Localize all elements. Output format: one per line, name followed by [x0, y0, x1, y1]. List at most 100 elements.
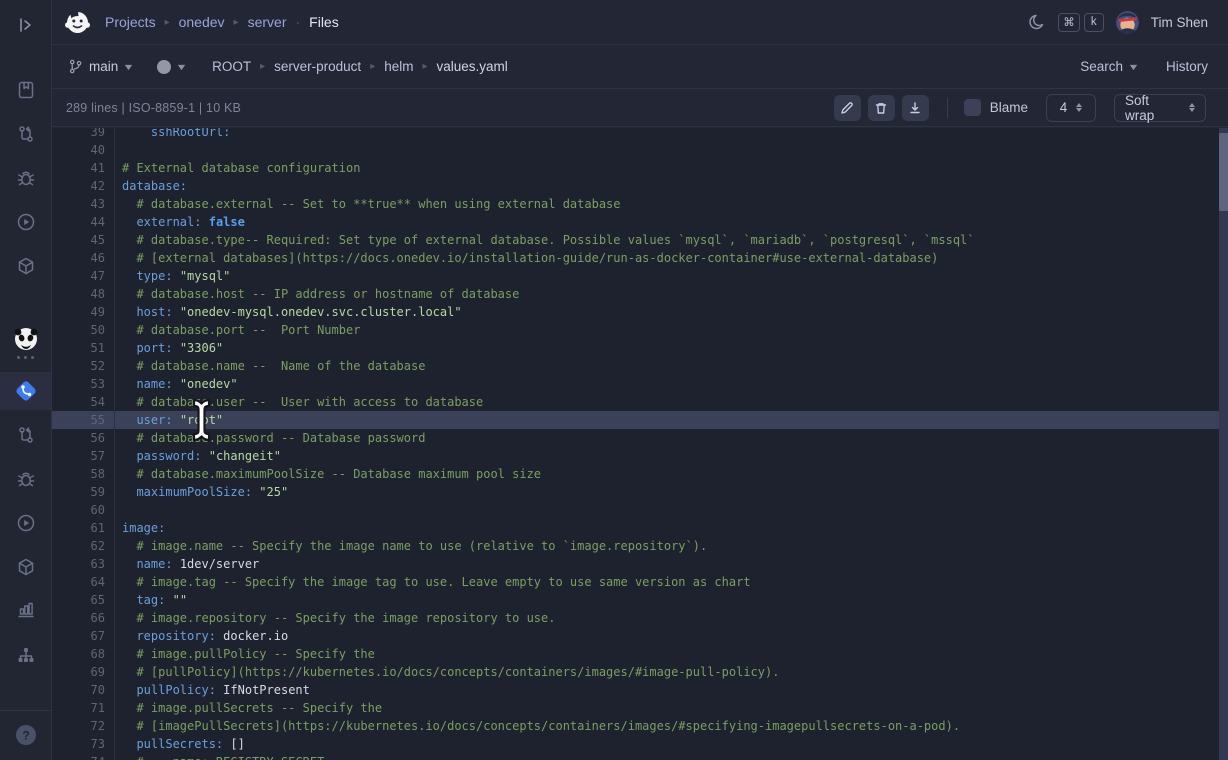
line-number[interactable]: 41: [52, 159, 115, 177]
line-number[interactable]: 61: [52, 519, 115, 537]
path-folder-server-product[interactable]: server-product: [274, 59, 361, 74]
scrollbar-thumb[interactable]: [1219, 133, 1228, 211]
line-number[interactable]: 54: [52, 393, 115, 411]
line-number[interactable]: 52: [52, 357, 115, 375]
sidebar-item-project-builds[interactable]: [0, 504, 51, 542]
breadcrumb-server[interactable]: server: [248, 14, 287, 30]
blame-checkbox[interactable]: [964, 99, 981, 116]
code-line[interactable]: 73 pullSecrets: []: [52, 735, 1228, 753]
line-number[interactable]: 48: [52, 285, 115, 303]
code-line[interactable]: 62 # image.name -- Specify the image nam…: [52, 537, 1228, 555]
code-line[interactable]: 47 type: "mysql": [52, 267, 1228, 285]
code-line[interactable]: 46 # [external databases](https://docs.o…: [52, 249, 1228, 267]
line-number[interactable]: 50: [52, 321, 115, 339]
line-number[interactable]: 70: [52, 681, 115, 699]
sidebar-item-code[interactable]: [0, 372, 51, 410]
line-number[interactable]: 42: [52, 177, 115, 195]
code-line[interactable]: 58 # database.maximumPoolSize -- Databas…: [52, 465, 1228, 483]
code-line[interactable]: 45 # database.type-- Required: Set type …: [52, 231, 1228, 249]
line-number[interactable]: 49: [52, 303, 115, 321]
help-button[interactable]: ?: [0, 716, 51, 754]
code-line[interactable]: 52 # database.name -- Name of the databa…: [52, 357, 1228, 375]
code-line[interactable]: 71 # image.pullSecrets -- Specify the: [52, 699, 1228, 717]
code-line[interactable]: 67 repository: docker.io: [52, 627, 1228, 645]
sidebar-item-stats[interactable]: [0, 591, 51, 629]
code-line[interactable]: 44 external: false: [52, 213, 1228, 231]
line-number[interactable]: 53: [52, 375, 115, 393]
line-number[interactable]: 39: [52, 128, 115, 141]
code-line[interactable]: 65 tag: "": [52, 591, 1228, 609]
code-line[interactable]: 54 # database.user -- User with access t…: [52, 393, 1228, 411]
code-line[interactable]: 64 # image.tag -- Specify the image tag …: [52, 573, 1228, 591]
search-menu[interactable]: Search ▼: [1080, 59, 1138, 74]
code-line[interactable]: 48 # database.host -- IP address or host…: [52, 285, 1228, 303]
download-file-button[interactable]: [902, 95, 929, 121]
line-number[interactable]: 62: [52, 537, 115, 555]
code-line[interactable]: 70 pullPolicy: IfNotPresent: [52, 681, 1228, 699]
line-number[interactable]: 74: [52, 753, 115, 760]
line-number[interactable]: 65: [52, 591, 115, 609]
branch-selector[interactable]: main ▼: [68, 59, 133, 74]
code-line[interactable]: 39 sshRootUrl:: [52, 128, 1228, 141]
delete-file-button[interactable]: [868, 95, 895, 121]
code-line[interactable]: 66 # image.repository -- Specify the ima…: [52, 609, 1228, 627]
line-number[interactable]: 73: [52, 735, 115, 753]
code-line[interactable]: 43 # database.external -- Set to **true*…: [52, 195, 1228, 213]
line-number[interactable]: 68: [52, 645, 115, 663]
line-number[interactable]: 64: [52, 573, 115, 591]
wrap-mode-select[interactable]: Soft wrap: [1114, 94, 1206, 122]
user-avatar[interactable]: [1116, 11, 1139, 34]
code-line[interactable]: 50 # database.port -- Port Number: [52, 321, 1228, 339]
code-viewer[interactable]: 39 sshRootUrl:4041# External database co…: [52, 128, 1228, 760]
sidebar-item-hierarchy[interactable]: [0, 636, 51, 674]
code-line[interactable]: 40: [52, 141, 1228, 159]
path-root[interactable]: ROOT: [212, 59, 251, 74]
line-number[interactable]: 56: [52, 429, 115, 447]
collapse-sidebar-button[interactable]: [0, 6, 51, 44]
sidebar-item-issues[interactable]: [0, 159, 51, 197]
line-number[interactable]: 51: [52, 339, 115, 357]
sidebar-item-project-pull-requests[interactable]: [0, 416, 51, 454]
line-number[interactable]: 71: [52, 699, 115, 717]
code-line[interactable]: 63 name: 1dev/server: [52, 555, 1228, 573]
line-number[interactable]: 57: [52, 447, 115, 465]
sidebar-item-packages[interactable]: [0, 247, 51, 285]
line-number[interactable]: 40: [52, 141, 115, 159]
sidebar-more-button[interactable]: [0, 348, 51, 366]
user-name[interactable]: Tim Shen: [1151, 15, 1208, 30]
line-number[interactable]: 69: [52, 663, 115, 681]
line-number[interactable]: 43: [52, 195, 115, 213]
sidebar-item-project-issues[interactable]: [0, 460, 51, 498]
sidebar-item-project-packages[interactable]: [0, 548, 51, 586]
revision-state-selector[interactable]: ▼: [157, 60, 186, 74]
sidebar-item-builds[interactable]: [0, 203, 51, 241]
path-folder-helm[interactable]: helm: [384, 59, 413, 74]
edit-file-button[interactable]: [834, 95, 861, 121]
line-number[interactable]: 72: [52, 717, 115, 735]
code-line[interactable]: 68 # image.pullPolicy -- Specify the: [52, 645, 1228, 663]
code-line[interactable]: 59 maximumPoolSize: "25": [52, 483, 1228, 501]
history-link[interactable]: History: [1166, 59, 1208, 74]
line-number[interactable]: 66: [52, 609, 115, 627]
line-number[interactable]: 63: [52, 555, 115, 573]
sidebar-item-pull-requests[interactable]: [0, 115, 51, 153]
line-number[interactable]: 46: [52, 249, 115, 267]
line-number[interactable]: 58: [52, 465, 115, 483]
code-line[interactable]: 53 name: "onedev": [52, 375, 1228, 393]
line-number[interactable]: 59: [52, 483, 115, 501]
code-line[interactable]: 42database:: [52, 177, 1228, 195]
line-number[interactable]: 55: [52, 411, 115, 429]
code-line[interactable]: 72 # [imagePullSecrets](https://kubernet…: [52, 717, 1228, 735]
sidebar-item-files[interactable]: [0, 71, 51, 109]
code-line[interactable]: 60: [52, 501, 1228, 519]
line-number[interactable]: 47: [52, 267, 115, 285]
breadcrumb-projects[interactable]: Projects: [105, 14, 156, 30]
code-line[interactable]: 49 host: "onedev-mysql.onedev.svc.cluste…: [52, 303, 1228, 321]
tab-size-select[interactable]: 4: [1046, 94, 1096, 122]
line-number[interactable]: 60: [52, 501, 115, 519]
code-line[interactable]: 61image:: [52, 519, 1228, 537]
code-line[interactable]: 41# External database configuration: [52, 159, 1228, 177]
code-line[interactable]: 57 password: "changeit": [52, 447, 1228, 465]
code-line[interactable]: 56 # database.password -- Database passw…: [52, 429, 1228, 447]
dark-mode-toggle[interactable]: [1028, 13, 1046, 31]
